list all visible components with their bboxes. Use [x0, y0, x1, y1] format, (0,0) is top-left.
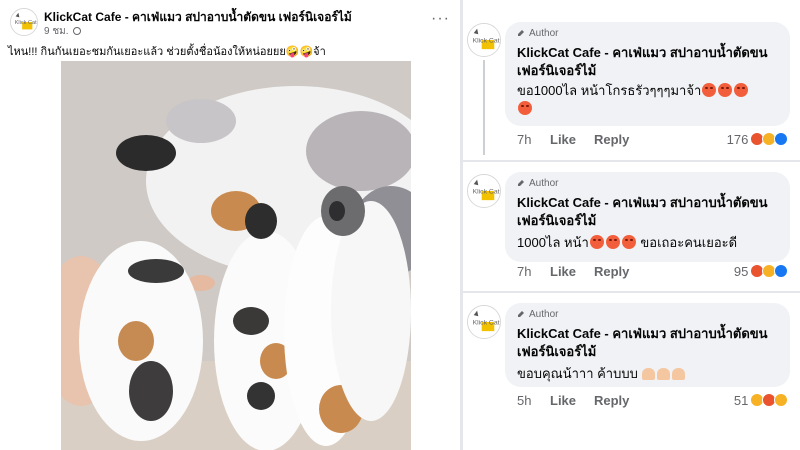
commenter-avatar[interactable]: Klick Cat: [467, 305, 501, 339]
angry-emoji-icon: [621, 235, 636, 249]
klickcat-logo-icon: Klick Cat: [468, 306, 500, 338]
like-reaction-icon: [774, 132, 788, 146]
reply-button[interactable]: Reply: [594, 264, 629, 279]
like-reaction-icon: [774, 264, 788, 278]
post-time[interactable]: 9 ชม.: [44, 26, 69, 37]
page-avatar[interactable]: Klick Cat: [10, 8, 38, 36]
like-button[interactable]: Like: [550, 393, 576, 408]
klickcat-logo-icon: Klick Cat: [468, 24, 500, 56]
comment-text-content: ขอบคุณน้าาา ค้าบบบ: [517, 366, 638, 381]
pencil-icon: [517, 179, 525, 187]
thread-line: [483, 60, 485, 155]
comment-time[interactable]: 7h: [517, 264, 531, 279]
comments-panel: Klick Cat Author KlickCat Cafe - คาเฟ่แม…: [463, 0, 800, 450]
comment-text-content-b: ขอเถอะคนเยอะดี: [640, 235, 738, 250]
commenter-avatar[interactable]: Klick Cat: [467, 23, 501, 57]
reaction-count: 176: [726, 132, 749, 147]
comment-author-name[interactable]: KlickCat Cafe - คาเฟ่แมว สปาอาบน้ำตัดขน …: [517, 325, 783, 361]
comment-time[interactable]: 7h: [517, 132, 531, 147]
comment-author-name[interactable]: KlickCat Cafe - คาเฟ่แมว สปาอาบน้ำตัดขน …: [517, 44, 783, 80]
angry-emoji-icon: [718, 83, 733, 97]
wow-reaction-icon: [774, 393, 788, 407]
author-badge: Author: [517, 178, 558, 189]
angry-emoji-icon: [734, 83, 749, 97]
comment-2: Klick Cat Author KlickCat Cafe - คาเฟ่แม…: [463, 162, 800, 302]
comment-3: Klick Cat Author KlickCat Cafe - คาเฟ่แม…: [463, 293, 800, 433]
comment-author-name[interactable]: KlickCat Cafe - คาเฟ่แมว สปาอาบน้ำตัดขน …: [517, 194, 783, 230]
angry-emoji-icon: [702, 83, 717, 97]
kittens-image-icon: [61, 61, 411, 450]
reaction-summary[interactable]: 176: [727, 132, 788, 147]
commenter-avatar[interactable]: Klick Cat: [467, 174, 501, 208]
comment-bubble: Author KlickCat Cafe - คาเฟ่แมว สปาอาบน้…: [505, 172, 790, 262]
comment-text: 1000ไล หน้า ขอเถอะคนเยอะดี: [517, 234, 783, 252]
angry-emoji-icon: [605, 235, 620, 249]
svg-text:Klick Cat: Klick Cat: [15, 20, 37, 26]
klickcat-logo-icon: Klick Cat: [11, 9, 37, 35]
comment-time[interactable]: 5h: [517, 393, 531, 408]
comment-text: ขอบคุณน้าาา ค้าบบบ: [517, 365, 783, 383]
like-button[interactable]: Like: [550, 264, 576, 279]
praying-hands-icon: [672, 368, 686, 380]
author-badge-label: Author: [529, 178, 559, 189]
comment-text-content: ขอ1000ไล หน้าโกรธรัวๆๆๆมาจ้า: [517, 83, 702, 98]
author-badge-label: Author: [529, 309, 559, 320]
post-panel: Klick Cat KlickCat Cafe - คาเฟ่แมว สปาอา…: [0, 0, 460, 450]
post-caption: ไหน!!! กินกันเยอะชมกันเยอะแล้ว ช่วยตั้งช…: [8, 46, 326, 58]
like-button[interactable]: Like: [550, 132, 576, 147]
reply-button[interactable]: Reply: [594, 132, 629, 147]
kittens-photo[interactable]: [61, 61, 411, 450]
klickcat-logo-icon: Klick Cat: [468, 175, 500, 207]
more-options-button[interactable]: ···: [431, 10, 450, 28]
angry-emoji-icon: [518, 101, 532, 115]
comment-text: ขอ1000ไล หน้าโกรธรัวๆๆๆมาจ้า: [517, 82, 783, 118]
comment-1: Klick Cat Author KlickCat Cafe - คาเฟ่แม…: [463, 0, 800, 155]
pencil-icon: [517, 29, 525, 37]
angry-emoji-icon: [589, 235, 604, 249]
author-badge-label: Author: [529, 28, 559, 39]
svg-text:Klick Cat: Klick Cat: [473, 319, 500, 326]
comment-bubble: Author KlickCat Cafe - คาเฟ่แมว สปาอาบน้…: [505, 303, 790, 387]
reaction-count: 95: [733, 264, 749, 279]
praying-hands-icon: [642, 368, 656, 380]
comment-text-content-a: 1000ไล หน้า: [517, 235, 589, 250]
praying-hands-icon: [657, 368, 671, 380]
svg-text:Klick Cat: Klick Cat: [473, 37, 500, 44]
page-name[interactable]: KlickCat Cafe - คาเฟ่แมว สปาอาบน้ำตัดขน …: [44, 8, 352, 27]
pencil-icon: [517, 310, 525, 318]
post-meta: 9 ชม.: [44, 24, 82, 39]
globe-icon: [73, 27, 82, 35]
comment-bubble: Author KlickCat Cafe - คาเฟ่แมว สปาอาบน้…: [505, 22, 790, 126]
post-header: Klick Cat KlickCat Cafe - คาเฟ่แมว สปาอา…: [8, 6, 458, 40]
svg-text:Klick Cat: Klick Cat: [473, 188, 500, 195]
author-badge: Author: [517, 309, 558, 320]
reaction-summary[interactable]: 95: [734, 264, 788, 279]
reply-button[interactable]: Reply: [594, 393, 629, 408]
reaction-summary[interactable]: 51: [734, 393, 788, 408]
author-badge: Author: [517, 28, 558, 39]
reaction-count: 51: [733, 393, 749, 408]
